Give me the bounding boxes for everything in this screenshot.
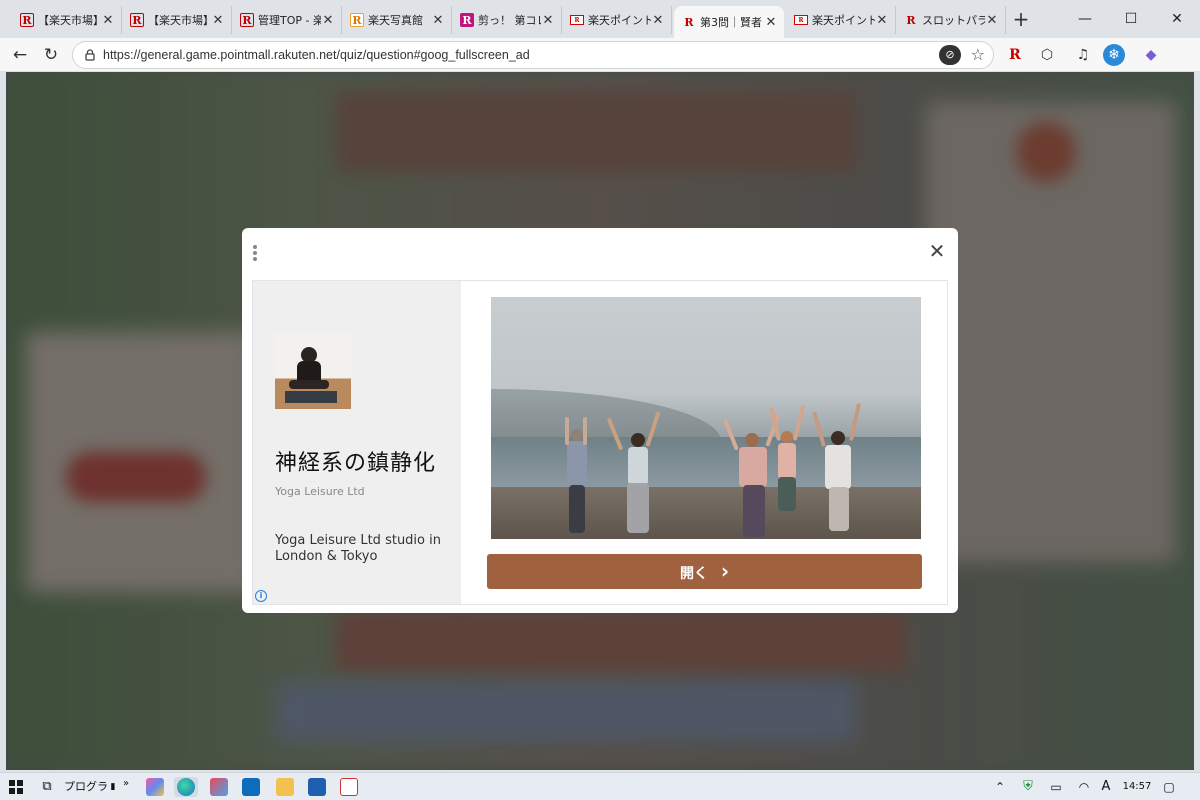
copilot-icon[interactable]: ◆ xyxy=(1140,44,1162,66)
profile-avatar-icon[interactable]: ❄ xyxy=(1103,44,1125,66)
tab-close-icon[interactable]: ✕ xyxy=(321,13,335,28)
rakuten-r-icon: R xyxy=(906,13,916,27)
ad-headline[interactable]: 神経系の鎮静化 xyxy=(275,445,436,477)
close-window-button[interactable]: ✕ xyxy=(1154,6,1200,32)
tab-title: 【楽天市場】 xyxy=(148,14,211,27)
toolbar-chevron-icon[interactable]: » xyxy=(120,774,132,794)
outlook-taskbar-icon[interactable] xyxy=(240,777,262,797)
favorite-star-icon[interactable]: ☆ xyxy=(971,45,985,64)
address-bar[interactable]: https://general.game.pointmall.rakuten.n… xyxy=(72,41,994,69)
rakuten-r-icon: R xyxy=(20,13,34,27)
yoga-thumbnail-image[interactable] xyxy=(275,333,351,409)
tab-title: スロットパラダ xyxy=(922,14,985,27)
tab-strip: R 【楽天市場】S ✕ R 【楽天市場】 ✕ R 管理TOP - 楽 ✕ R 楽… xyxy=(0,0,1200,38)
tab-title: 第3問｜賢者 xyxy=(700,16,762,29)
tab-title: 楽天写真館 xyxy=(368,14,423,27)
tab-title: 剪っ！ 第コレ xyxy=(478,14,541,27)
rakuten-photo-icon: R xyxy=(350,13,364,27)
back-button[interactable]: ← xyxy=(7,42,33,68)
folder-pin-icon[interactable]: ▮ xyxy=(108,777,118,797)
tab-title: 楽天ポイント xyxy=(588,14,651,27)
ad-description[interactable]: Yoga Leisure Ltd studio in London & Toky… xyxy=(275,533,445,565)
task-view-icon[interactable]: ⧉ xyxy=(36,777,58,797)
app-taskbar-icon[interactable] xyxy=(306,777,328,797)
rakuten-extension-icon[interactable]: R xyxy=(1004,44,1026,66)
beach-yoga-photo[interactable] xyxy=(491,297,921,539)
tab-close-icon[interactable]: ✕ xyxy=(431,13,445,28)
tab-4[interactable]: R 剪っ！ 第コレ ✕ xyxy=(452,6,562,34)
wifi-icon[interactable]: ◠ xyxy=(1074,777,1094,797)
tab-7[interactable]: R 楽天ポイント ✕ xyxy=(786,6,896,34)
ad-card[interactable]: 神経系の鎮静化 Yoga Leisure Ltd Yoga Leisure Lt… xyxy=(252,280,948,605)
tab-close-icon[interactable]: ✕ xyxy=(101,13,115,28)
close-ad-button[interactable]: ✕ xyxy=(926,240,948,262)
battery-icon[interactable]: ▭ xyxy=(1046,777,1066,797)
tab-3[interactable]: R 楽天写真館 ✕ xyxy=(342,6,452,34)
open-ad-button[interactable]: 開く › xyxy=(487,554,922,589)
lock-icon xyxy=(85,49,95,61)
rakuten-point-icon: R xyxy=(570,15,584,25)
fullscreen-ad-dialog: ✕ 神経系の鎮静化 Yoga Leisure Ltd Yoga Leisure … xyxy=(242,228,958,613)
document-taskbar-icon[interactable] xyxy=(338,777,360,797)
tab-close-icon[interactable]: ✕ xyxy=(764,15,778,30)
open-ad-label: 開く xyxy=(679,566,708,582)
tab-close-icon[interactable]: ✕ xyxy=(985,13,999,28)
tab-close-icon[interactable]: ✕ xyxy=(541,13,555,28)
windows-start-icon[interactable] xyxy=(6,777,26,797)
rakuten-r-icon: R xyxy=(684,15,694,29)
tab-title: 管理TOP - 楽 xyxy=(258,14,321,27)
extensions-icon[interactable]: ⬡ xyxy=(1036,44,1058,66)
tab-5[interactable]: R 楽天ポイント ✕ xyxy=(562,6,672,34)
tracking-prevention-icon[interactable]: ⊘ xyxy=(939,45,961,65)
program-toolbar-label[interactable]: プログラム xyxy=(64,777,108,797)
tab-close-icon[interactable]: ✕ xyxy=(875,13,889,28)
rakuten-point-icon: R xyxy=(794,15,808,25)
rakuten-r-icon: R xyxy=(130,13,144,27)
ad-right-panel: 開く › xyxy=(461,281,947,604)
minimize-button[interactable]: — xyxy=(1062,6,1108,32)
tab-title: 【楽天市場】S xyxy=(38,14,101,27)
rakuten-pink-icon: R xyxy=(460,13,474,27)
url-text[interactable]: https://general.game.pointmall.rakuten.n… xyxy=(103,48,530,62)
tab-2[interactable]: R 管理TOP - 楽 ✕ xyxy=(232,6,342,34)
tab-title: 楽天ポイント xyxy=(812,14,875,27)
media-control-icon[interactable]: ♫ xyxy=(1072,44,1094,66)
windows-taskbar: ⧉ プログラム ▮ » ⌃ ⛨ ▭ ◠ A 14:57 ▢ xyxy=(0,772,1200,800)
chevron-right-icon: › xyxy=(720,559,730,583)
copilot-taskbar-icon[interactable] xyxy=(144,777,166,797)
security-shield-icon[interactable]: ⛨ xyxy=(1018,777,1038,797)
store-taskbar-icon[interactable] xyxy=(208,777,230,797)
ad-info-icon[interactable]: i xyxy=(255,590,267,602)
tab-6-active[interactable]: R 第3問｜賢者 ✕ xyxy=(674,6,784,38)
ad-advertiser[interactable]: Yoga Leisure Ltd xyxy=(275,485,365,498)
tab-0[interactable]: R 【楽天市場】S ✕ xyxy=(12,6,122,34)
new-tab-button[interactable]: + xyxy=(1008,8,1034,32)
clock-time[interactable]: 14:57 xyxy=(1120,777,1154,797)
edge-taskbar-icon[interactable] xyxy=(174,777,198,797)
file-explorer-icon[interactable] xyxy=(274,777,296,797)
more-options-icon[interactable] xyxy=(252,245,258,263)
tab-close-icon[interactable]: ✕ xyxy=(211,13,225,28)
chevron-up-icon[interactable]: ⌃ xyxy=(990,777,1010,797)
reload-button[interactable]: ↻ xyxy=(38,42,64,68)
rakuten-r-icon: R xyxy=(240,13,254,27)
ad-left-panel: 神経系の鎮静化 Yoga Leisure Ltd Yoga Leisure Lt… xyxy=(253,281,461,604)
ime-mode-indicator[interactable]: A xyxy=(1098,777,1114,797)
tab-8[interactable]: R スロットパラダ ✕ xyxy=(896,6,1006,34)
tab-close-icon[interactable]: ✕ xyxy=(651,13,665,28)
maximize-button[interactable]: ☐ xyxy=(1108,6,1154,32)
tab-1[interactable]: R 【楽天市場】 ✕ xyxy=(122,6,232,34)
browser-toolbar: ← ↻ https://general.game.pointmall.rakut… xyxy=(0,38,1200,72)
notification-icon[interactable]: ▢ xyxy=(1160,777,1178,797)
